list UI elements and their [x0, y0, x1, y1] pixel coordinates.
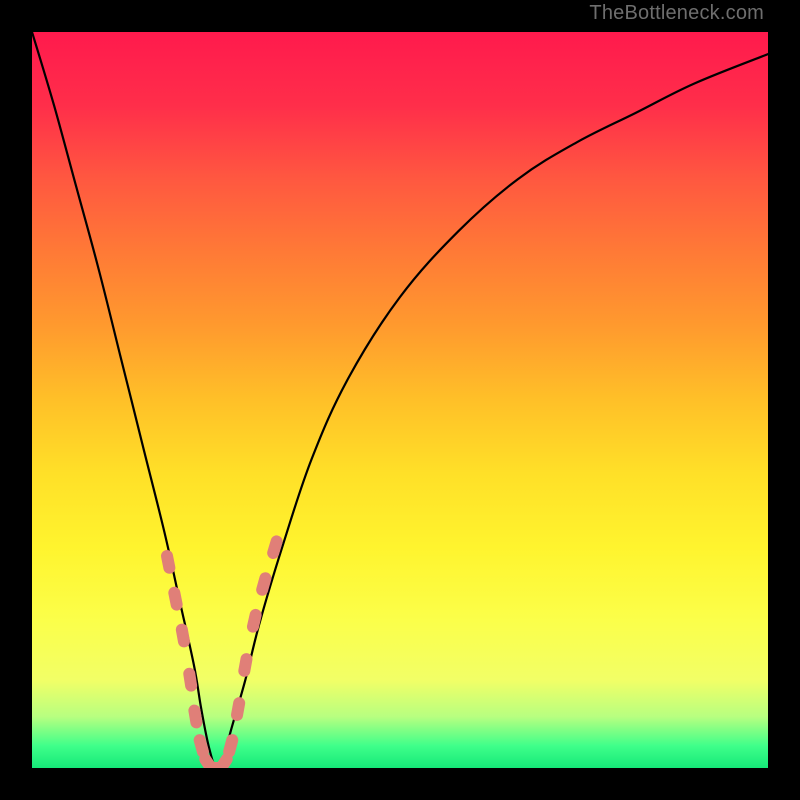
- marker-group: [160, 534, 284, 768]
- marker-point: [230, 696, 246, 722]
- marker-point: [160, 549, 176, 575]
- marker-point: [222, 733, 240, 759]
- chart-frame: TheBottleneck.com: [0, 0, 800, 800]
- marker-point: [175, 623, 191, 649]
- marker-point: [167, 586, 183, 612]
- curve-layer: [32, 32, 768, 768]
- marker-point: [246, 608, 263, 634]
- watermark-text: TheBottleneck.com: [589, 2, 764, 25]
- marker-point: [237, 652, 253, 678]
- bottleneck-curve: [32, 32, 768, 768]
- plot-area: [32, 32, 768, 768]
